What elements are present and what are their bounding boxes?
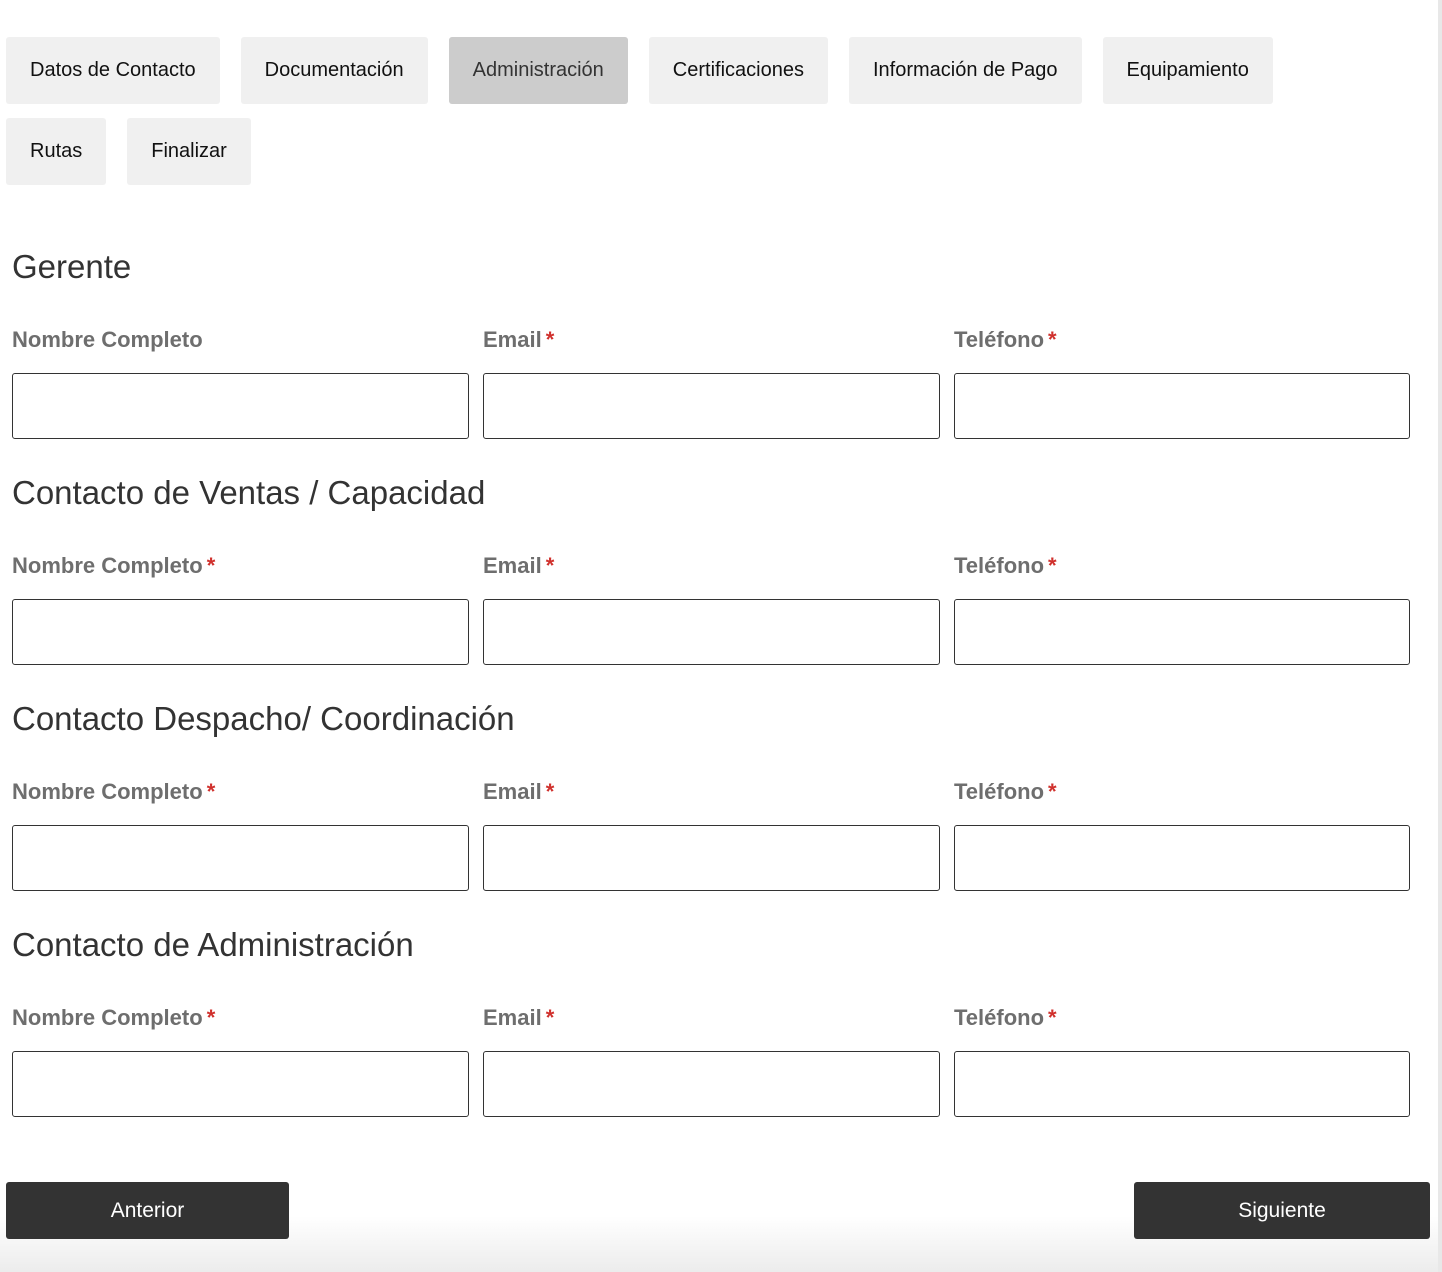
gerente-email-input[interactable] — [483, 373, 940, 439]
field-row: Nombre Completo Email * Teléfono * — [12, 327, 1410, 439]
field-email: Email * — [483, 779, 940, 891]
scrollbar-track[interactable] — [1438, 0, 1442, 1272]
field-nombre-completo: Nombre Completo — [12, 327, 469, 439]
field-label: Email * — [483, 779, 940, 805]
required-marker: * — [1048, 327, 1057, 352]
next-button[interactable]: Siguiente — [1134, 1182, 1430, 1239]
field-telefono: Teléfono * — [954, 1005, 1410, 1117]
tab-rutas[interactable]: Rutas — [6, 118, 107, 185]
section-contacto-administracion: Contacto de Administración Nombre Comple… — [12, 923, 1410, 1149]
required-marker: * — [1048, 553, 1057, 578]
field-label: Teléfono * — [954, 1005, 1410, 1031]
required-marker: * — [545, 1005, 555, 1030]
field-telefono: Teléfono * — [954, 779, 1410, 891]
required-marker: * — [1048, 1005, 1057, 1030]
field-email: Email * — [483, 1005, 940, 1117]
field-nombre-completo: Nombre Completo * — [12, 553, 469, 665]
tab-finalizar[interactable]: Finalizar — [127, 118, 251, 185]
section-title: Gerente — [12, 248, 132, 285]
field-label: Email * — [483, 327, 940, 353]
required-marker: * — [545, 553, 555, 578]
field-label: Nombre Completo * — [12, 553, 469, 579]
administracion-email-input[interactable] — [483, 1051, 940, 1117]
field-label: Email * — [483, 1005, 940, 1031]
section-title: Contacto de Ventas / Capacidad — [12, 474, 486, 511]
field-label-text: Nombre Completo — [12, 779, 203, 804]
administracion-telefono-input[interactable] — [954, 1051, 1410, 1117]
field-label: Nombre Completo * — [12, 779, 469, 805]
despacho-telefono-input[interactable] — [954, 825, 1410, 891]
field-nombre-completo: Nombre Completo * — [12, 1005, 469, 1117]
gerente-telefono-input[interactable] — [954, 373, 1410, 439]
ventas-telefono-input[interactable] — [954, 599, 1410, 665]
field-label-text: Nombre Completo — [12, 327, 203, 352]
required-marker: * — [545, 327, 555, 352]
field-row: Nombre Completo * Email * Teléfono * — [12, 779, 1410, 891]
despacho-email-input[interactable] — [483, 825, 940, 891]
page: Datos de Contacto Documentación Administ… — [0, 0, 1442, 1272]
field-label-text: Teléfono — [954, 779, 1045, 804]
field-email: Email * — [483, 327, 940, 439]
field-label-text: Email — [483, 553, 542, 578]
required-marker: * — [1048, 779, 1057, 804]
field-label-text: Nombre Completo — [12, 553, 203, 578]
field-row: Nombre Completo * Email * Teléfono * — [12, 1005, 1410, 1117]
despacho-nombre-input[interactable] — [12, 825, 469, 891]
field-label: Nombre Completo — [12, 327, 469, 353]
section-title: Contacto de Administración — [12, 926, 414, 963]
section-title: Contacto Despacho/ Coordinación — [12, 700, 515, 737]
field-label-text: Email — [483, 779, 542, 804]
ventas-email-input[interactable] — [483, 599, 940, 665]
field-label-text: Nombre Completo — [12, 1005, 203, 1030]
field-label-text: Teléfono — [954, 327, 1045, 352]
section-gerente: Gerente Nombre Completo Email * Teléfono * — [12, 245, 1410, 471]
tab-informacion-de-pago[interactable]: Información de Pago — [848, 37, 1082, 104]
field-telefono: Teléfono * — [954, 553, 1410, 665]
field-telefono: Teléfono * — [954, 327, 1410, 439]
field-email: Email * — [483, 553, 940, 665]
field-label: Teléfono * — [954, 779, 1410, 805]
field-label-text: Teléfono — [954, 1005, 1045, 1030]
tab-datos-de-contacto[interactable]: Datos de Contacto — [6, 37, 220, 104]
section-contacto-ventas: Contacto de Ventas / Capacidad Nombre Co… — [12, 471, 1410, 697]
field-label: Nombre Completo * — [12, 1005, 469, 1031]
field-label: Teléfono * — [954, 553, 1410, 579]
ventas-nombre-input[interactable] — [12, 599, 469, 665]
section-contacto-despacho: Contacto Despacho/ Coordinación Nombre C… — [12, 697, 1410, 923]
administracion-nombre-input[interactable] — [12, 1051, 469, 1117]
field-label-text: Email — [483, 327, 542, 352]
tab-documentacion[interactable]: Documentación — [240, 37, 428, 104]
field-label-text: Teléfono — [954, 553, 1045, 578]
field-label: Teléfono * — [954, 327, 1410, 353]
tab-equipamiento[interactable]: Equipamiento — [1102, 37, 1273, 104]
gerente-nombre-input[interactable] — [12, 373, 469, 439]
field-nombre-completo: Nombre Completo * — [12, 779, 469, 891]
field-label: Email * — [483, 553, 940, 579]
required-marker: * — [545, 779, 555, 804]
step-tabs: Datos de Contacto Documentación Administ… — [6, 37, 1366, 185]
tab-certificaciones[interactable]: Certificaciones — [648, 37, 828, 104]
field-label-text: Email — [483, 1005, 542, 1030]
required-marker: * — [206, 1005, 216, 1030]
required-marker: * — [206, 779, 216, 804]
tab-administracion[interactable]: Administración — [448, 37, 628, 104]
required-marker: * — [206, 553, 216, 578]
previous-button[interactable]: Anterior — [6, 1182, 289, 1239]
field-row: Nombre Completo * Email * Teléfono * — [12, 553, 1410, 665]
administration-form: Gerente Nombre Completo Email * Teléfono *… — [12, 245, 1410, 1149]
